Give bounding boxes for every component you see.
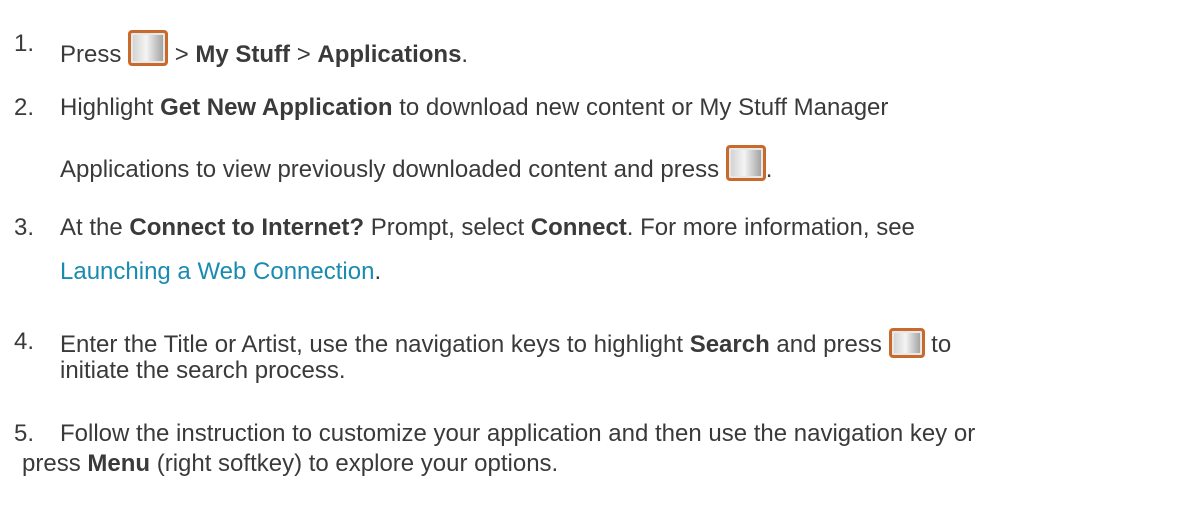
step-bold-text: Search [689, 331, 770, 358]
step-number: 2. [14, 94, 35, 121]
menu-ok-key-icon [725, 145, 766, 181]
menu-ok-key-icon [888, 328, 925, 358]
step-text: . [461, 41, 469, 68]
step-text: to [931, 331, 952, 358]
step-text: Enter the Title or Artist, use the navig… [60, 331, 684, 358]
step-text: Prompt, select [370, 214, 525, 241]
step-line: At the Connect to Internet? Prompt, sele… [60, 214, 915, 242]
step-bold-text: Applications [317, 41, 462, 68]
step-text: Highlight [60, 94, 154, 121]
step-bold-text: Connect to Internet? [129, 214, 365, 241]
step-number: 3. [14, 214, 35, 241]
step-text: (right softkey) to explore your options. [156, 450, 559, 477]
step-line: Highlight Get New Application to downloa… [60, 94, 888, 122]
step-bold-text: Connect [530, 214, 627, 241]
step-line: initiate the search process. [60, 357, 345, 385]
step-text: . For more information, see [626, 214, 915, 241]
step-line: Enter the Title or Artist, use the navig… [60, 328, 951, 359]
step-text: At the [60, 214, 123, 241]
step-line: press Menu (right softkey) to explore yo… [22, 450, 558, 478]
step-text: . [374, 258, 382, 285]
step-text: > [174, 41, 189, 68]
step-number: 1. [14, 30, 35, 57]
step-text: . [765, 156, 773, 183]
step-bold-text: My Stuff [195, 41, 291, 68]
step-bold-text: Get New Application [160, 94, 393, 121]
step-text: to download new content or My Stuff Mana… [399, 94, 889, 121]
step-number: 5. [14, 420, 35, 447]
step-text: Follow the instruction to customize your… [60, 420, 976, 447]
menu-ok-key-icon [128, 30, 169, 66]
step-line: Launching a Web Connection. [60, 258, 381, 286]
step-text: initiate the search process. [60, 357, 346, 384]
step-line: Follow the instruction to customize your… [60, 420, 975, 448]
step-text: and press [776, 331, 882, 358]
step-text: > [296, 41, 311, 68]
step-number: 4. [14, 328, 35, 355]
launching-web-connection-link[interactable]: Launching a Web Connection [60, 258, 374, 285]
step-text: press [22, 450, 81, 477]
step-bold-text: Menu [87, 450, 151, 477]
step-line: Applications to view previously download… [60, 145, 772, 184]
step-line: Press > My Stuff > Applications. [60, 30, 468, 69]
step-text: Press [60, 41, 122, 68]
step-text: Applications to view previously download… [60, 156, 720, 183]
